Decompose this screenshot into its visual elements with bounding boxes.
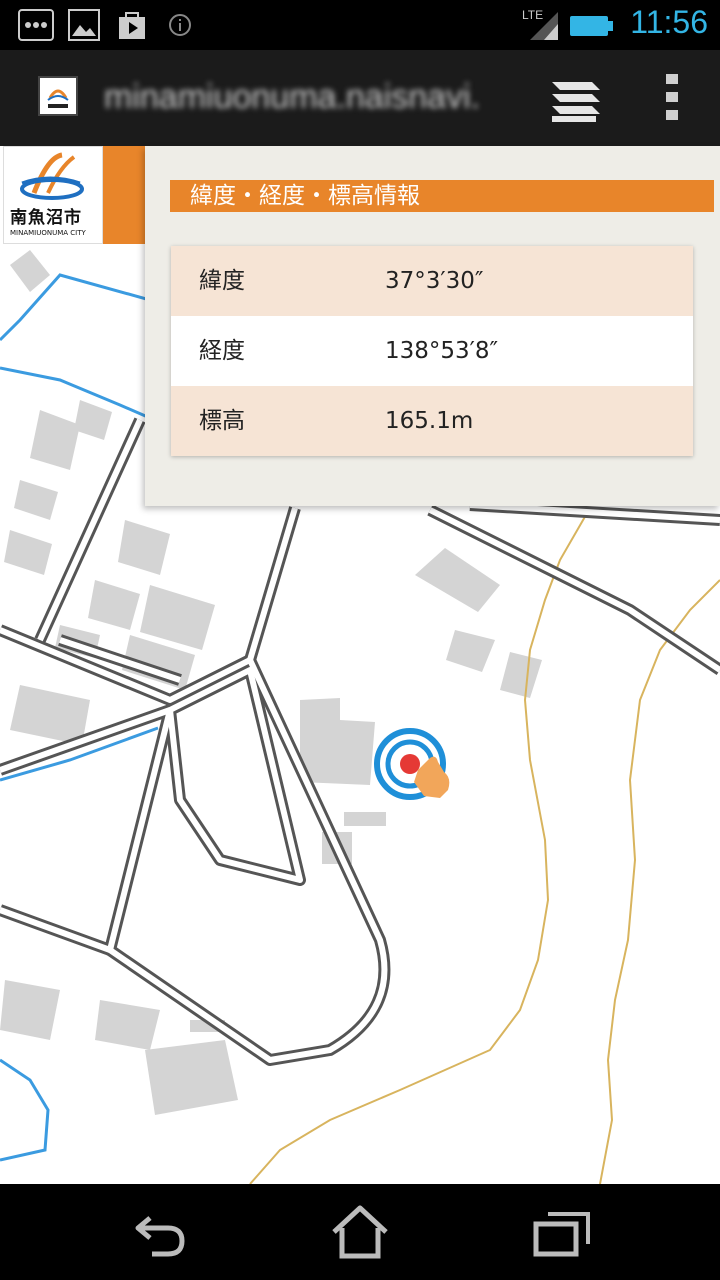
home-icon[interactable] [330,1204,390,1260]
favicon-logo-icon [47,89,69,108]
browser-toolbar: minamiuonuma.naisnavi. [0,50,720,146]
navigation-bar [0,1184,720,1280]
status-bar: LTE 11:56 [0,0,720,50]
panel-title: 緯度・経度・標高情報 [170,180,714,212]
recent-apps-icon[interactable] [532,1204,592,1260]
info-table: 緯度 37°3′30″ 経度 138°53′8″ 標高 165.1m [171,246,693,456]
latitude-value: 37°3′30″ [385,268,484,294]
overflow-menu-icon[interactable] [660,70,684,126]
table-row: 経度 138°53′8″ [171,316,693,386]
contour-lines [249,507,720,1184]
signal-icon [530,12,558,40]
tabs-icon[interactable] [548,72,604,124]
header-accent-strip [103,146,145,244]
table-row: 緯度 37°3′30″ [171,246,693,316]
city-logo[interactable]: 南魚沼市 MINAMIUONUMA CITY [3,146,103,244]
city-name-en: MINAMIUONUMA CITY [10,229,86,237]
url-bar[interactable]: minamiuonuma.naisnavi. [104,78,524,118]
play-store-icon [119,12,145,39]
favicon [38,76,78,116]
longitude-value: 138°53′8″ [385,338,499,364]
image-icon [68,9,100,41]
elevation-label: 標高 [199,408,245,434]
latitude-label: 緯度 [199,268,245,294]
clock: 11:56 [630,4,708,40]
location-marker-icon[interactable] [374,728,450,800]
table-row: 標高 165.1m [171,386,693,456]
info-icon [169,14,191,36]
city-name: 南魚沼市 [10,208,82,228]
back-icon[interactable] [130,1204,190,1260]
battery-icon [570,16,613,36]
coordinate-info-panel: 緯度・経度・標高情報 緯度 37°3′30″ 経度 138°53′8″ 標高 1… [145,146,720,506]
more-icon [18,9,54,41]
city-emblem-icon [20,152,84,200]
longitude-label: 経度 [199,338,245,364]
elevation-value: 165.1m [385,408,474,434]
